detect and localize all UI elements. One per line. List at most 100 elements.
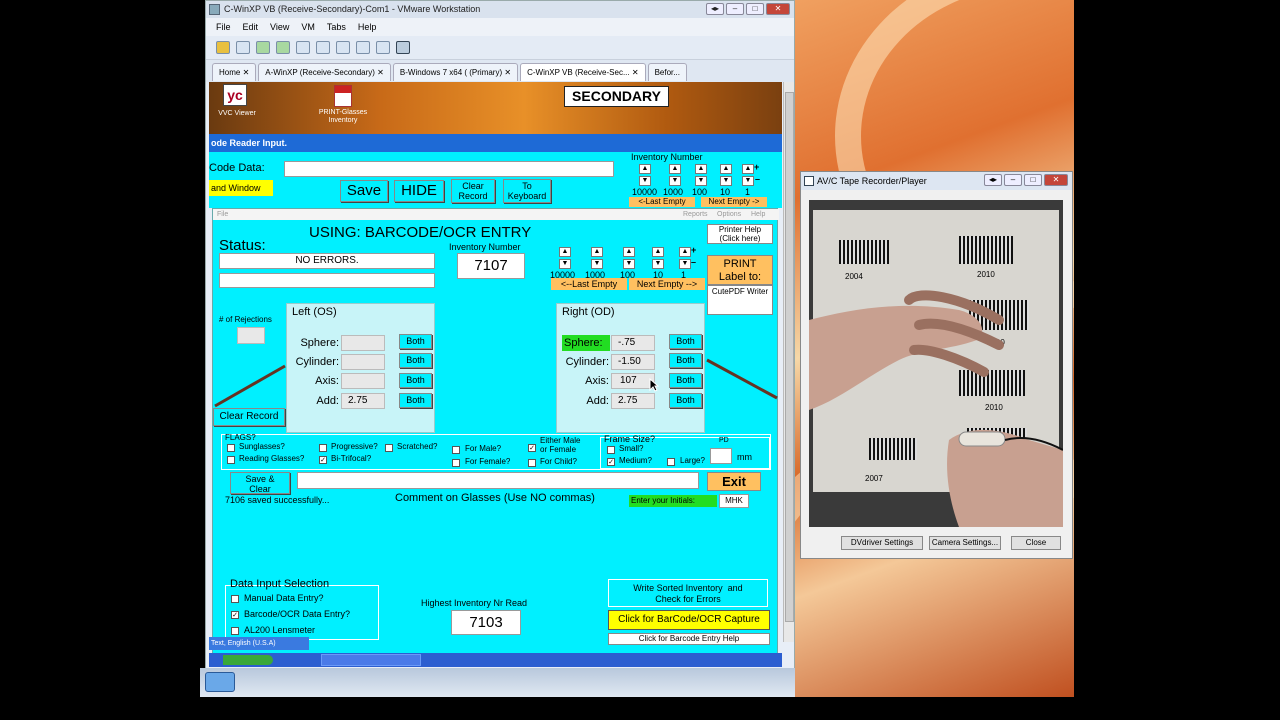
left-cylinder-both[interactable]: Both: [399, 353, 432, 368]
large-checkbox[interactable]: [667, 458, 675, 466]
reading-glasses-checkbox[interactable]: [227, 456, 235, 464]
form-help-menu[interactable]: Help: [751, 209, 765, 220]
spin-up-1000[interactable]: ▲: [669, 164, 681, 174]
close-icon[interactable]: ✕: [766, 3, 790, 15]
power-icon[interactable]: [216, 41, 230, 54]
right-add-both[interactable]: Both: [669, 393, 702, 408]
tab-before[interactable]: Befor...: [647, 63, 687, 81]
form-reports-menu[interactable]: Reports: [683, 209, 708, 220]
next-empty-top-button[interactable]: Next Empty ->: [701, 197, 767, 207]
camera-settings-button[interactable]: Camera Settings...: [929, 536, 1001, 550]
spin-down-10000[interactable]: ▼: [639, 176, 651, 186]
comment-input[interactable]: [297, 472, 699, 489]
form-file-menu[interactable]: File: [217, 211, 228, 218]
rejections-field[interactable]: [237, 327, 265, 344]
form-options-menu[interactable]: Options: [717, 209, 741, 220]
menu-help[interactable]: Help: [358, 18, 377, 36]
write-sorted-button[interactable]: Write Sorted Inventory and Check for Err…: [608, 579, 768, 607]
pd-field[interactable]: [710, 448, 732, 464]
manage-snapshots-icon[interactable]: [296, 41, 310, 54]
form-spin-down-100[interactable]: ▼: [623, 259, 635, 269]
dvdriver-settings-button[interactable]: DVdriver Settings: [841, 536, 923, 550]
snapshot-icon[interactable]: [256, 41, 270, 54]
barcode-capture-button[interactable]: Click for BarCode/OCR Capture: [608, 610, 770, 630]
console-view-icon[interactable]: [336, 41, 350, 54]
fit-guest-icon[interactable]: [396, 41, 410, 54]
left-cylinder-field[interactable]: [341, 354, 385, 370]
right-sphere-both[interactable]: Both: [669, 334, 702, 349]
pdf-icon[interactable]: [334, 85, 352, 107]
sunglasses-checkbox[interactable]: [227, 444, 235, 452]
bi-trifocal-checkbox[interactable]: ✓: [319, 456, 327, 464]
and-window-button[interactable]: and Window: [209, 180, 273, 196]
child-checkbox[interactable]: [528, 459, 536, 467]
print-label-button[interactable]: PRINT Label to:: [707, 255, 773, 285]
form-spin-up-10000[interactable]: ▲: [559, 247, 571, 257]
spin-down-1[interactable]: ▼: [742, 176, 754, 186]
revert-icon[interactable]: [276, 41, 290, 54]
avc-nav-icon[interactable]: ◂▸: [984, 174, 1002, 186]
menu-file[interactable]: File: [216, 18, 231, 36]
manual-entry-checkbox[interactable]: [231, 595, 239, 603]
vm-settings-icon[interactable]: [236, 41, 250, 54]
sidebar-icon[interactable]: [316, 41, 330, 54]
avc-close-icon[interactable]: ✕: [1044, 174, 1068, 186]
left-add-field[interactable]: 2.75: [341, 393, 385, 409]
left-sphere-both[interactable]: Both: [399, 334, 432, 349]
guest-start-button[interactable]: [223, 655, 273, 665]
menu-view[interactable]: View: [270, 18, 289, 36]
to-keyboard-button[interactable]: To Keyboard: [503, 179, 551, 203]
form-spin-up-10[interactable]: ▲: [652, 247, 664, 257]
left-add-both[interactable]: Both: [399, 393, 432, 408]
form-spin-down-10000[interactable]: ▼: [559, 259, 571, 269]
initials-field[interactable]: MHK: [719, 494, 749, 508]
form-spin-up-1[interactable]: ▲: [679, 247, 691, 257]
form-spin-down-1000[interactable]: ▼: [591, 259, 603, 269]
tab-a-winxp[interactable]: A-WinXP (Receive-Secondary) ✕: [258, 63, 391, 81]
menu-edit[interactable]: Edit: [243, 18, 259, 36]
spin-down-100[interactable]: ▼: [695, 176, 707, 186]
barcode-help-button[interactable]: Click for Barcode Entry Help: [608, 633, 770, 645]
right-axis-both[interactable]: Both: [669, 373, 702, 388]
spin-down-10[interactable]: ▼: [720, 176, 732, 186]
exit-button[interactable]: Exit: [707, 472, 761, 491]
spin-up-10000[interactable]: ▲: [639, 164, 651, 174]
avc-minimize-icon[interactable]: –: [1004, 174, 1022, 186]
minimize-icon[interactable]: –: [726, 3, 744, 15]
printer-select[interactable]: CutePDF Writer: [707, 285, 773, 315]
unity-icon[interactable]: [376, 41, 390, 54]
either-checkbox[interactable]: ✓: [528, 444, 536, 452]
tab-home[interactable]: Home ✕: [212, 63, 257, 81]
guest-task-button[interactable]: [321, 654, 421, 666]
female-checkbox[interactable]: [452, 459, 460, 467]
al200-checkbox[interactable]: [231, 627, 239, 635]
tab-b-windows7[interactable]: B-Windows 7 x64 ( (Primary) ✕: [392, 63, 519, 81]
scratched-checkbox[interactable]: [385, 444, 393, 452]
menu-tabs[interactable]: Tabs: [327, 18, 346, 36]
nav-icon[interactable]: ◂▸: [706, 3, 724, 15]
male-checkbox[interactable]: [452, 446, 460, 454]
spin-up-10[interactable]: ▲: [720, 164, 732, 174]
recorder-close-button[interactable]: Close: [1011, 536, 1061, 550]
menu-vm[interactable]: VM: [301, 18, 315, 36]
vvc-viewer-icon[interactable]: yc: [223, 84, 247, 106]
avc-maximize-icon[interactable]: □: [1024, 174, 1042, 186]
barcode-entry-checkbox[interactable]: ✓: [231, 611, 239, 619]
clear-record-top-button[interactable]: Clear Record: [451, 179, 495, 203]
form-spin-down-1[interactable]: ▼: [679, 259, 691, 269]
full-screen-icon[interactable]: [356, 41, 370, 54]
vm-vertical-scrollbar[interactable]: [783, 82, 794, 642]
language-bar[interactable]: Text, English (U.S.A): [209, 637, 309, 650]
right-cylinder-both[interactable]: Both: [669, 353, 702, 368]
right-sphere-field[interactable]: -.75: [611, 335, 655, 351]
tab-c-winxp[interactable]: C-WinXP VB (Receive-Sec... ✕: [520, 63, 646, 81]
spin-up-100[interactable]: ▲: [695, 164, 707, 174]
next-empty-button[interactable]: Next Empty -->: [629, 278, 705, 290]
hide-button[interactable]: HIDE: [394, 180, 444, 202]
save-button[interactable]: Save: [340, 180, 388, 202]
left-sphere-field[interactable]: [341, 335, 385, 351]
last-empty-top-button[interactable]: <-Last Empty: [629, 197, 695, 207]
medium-checkbox[interactable]: ✓: [607, 458, 615, 466]
small-checkbox[interactable]: [607, 446, 615, 454]
form-spin-up-1000[interactable]: ▲: [591, 247, 603, 257]
